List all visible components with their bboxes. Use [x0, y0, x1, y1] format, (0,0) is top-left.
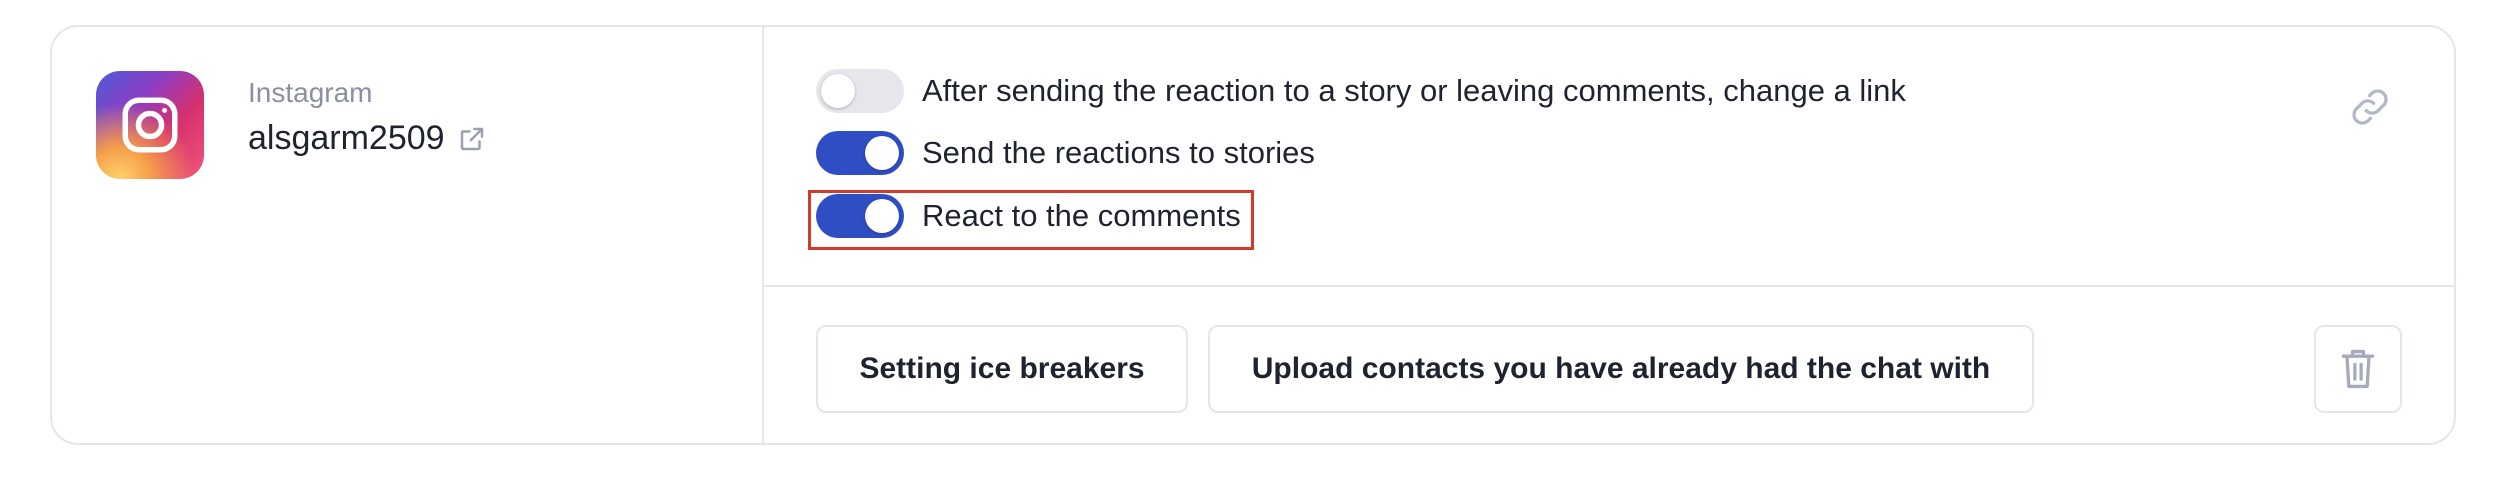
- toggle-switch-change-link[interactable]: [816, 69, 904, 113]
- toggle-label-story-reactions: Send the reactions to stories: [922, 135, 1315, 170]
- platform-name: Instagram: [248, 77, 373, 108]
- toggle-label-react-comments: React to the comments: [922, 198, 1241, 233]
- delete-button[interactable]: [2314, 325, 2402, 413]
- toggle-row-story-reactions[interactable]: Send the reactions to stories: [816, 131, 1315, 175]
- username-row: alsgarm2509: [248, 119, 487, 158]
- link-icon[interactable]: [2348, 85, 2392, 129]
- toggle-row-change-link[interactable]: After sending the reaction to a story or…: [816, 69, 1906, 113]
- account-username: alsgarm2509: [248, 119, 445, 157]
- toggle-label-change-link: After sending the reaction to a story or…: [922, 73, 1906, 108]
- instagram-logo-icon: [96, 71, 204, 179]
- toggle-settings: After sending the reaction to a story or…: [764, 27, 2454, 287]
- trash-icon: [2339, 347, 2377, 391]
- upload-contacts-button[interactable]: Upload contacts you have already had the…: [1208, 325, 2034, 413]
- toggle-switch-react-comments[interactable]: [816, 194, 904, 238]
- ice-breakers-button[interactable]: Setting ice breakers: [816, 325, 1188, 413]
- toggle-row-react-comments[interactable]: React to the comments: [816, 194, 1241, 238]
- account-card: Instagram alsgarm2509 After sending the …: [50, 25, 2456, 445]
- toggle-switch-story-reactions[interactable]: [816, 131, 904, 175]
- action-bar: Setting ice breakers Upload contacts you…: [764, 287, 2454, 443]
- external-link-icon[interactable]: [457, 124, 487, 154]
- account-info: Instagram alsgarm2509: [52, 27, 764, 443]
